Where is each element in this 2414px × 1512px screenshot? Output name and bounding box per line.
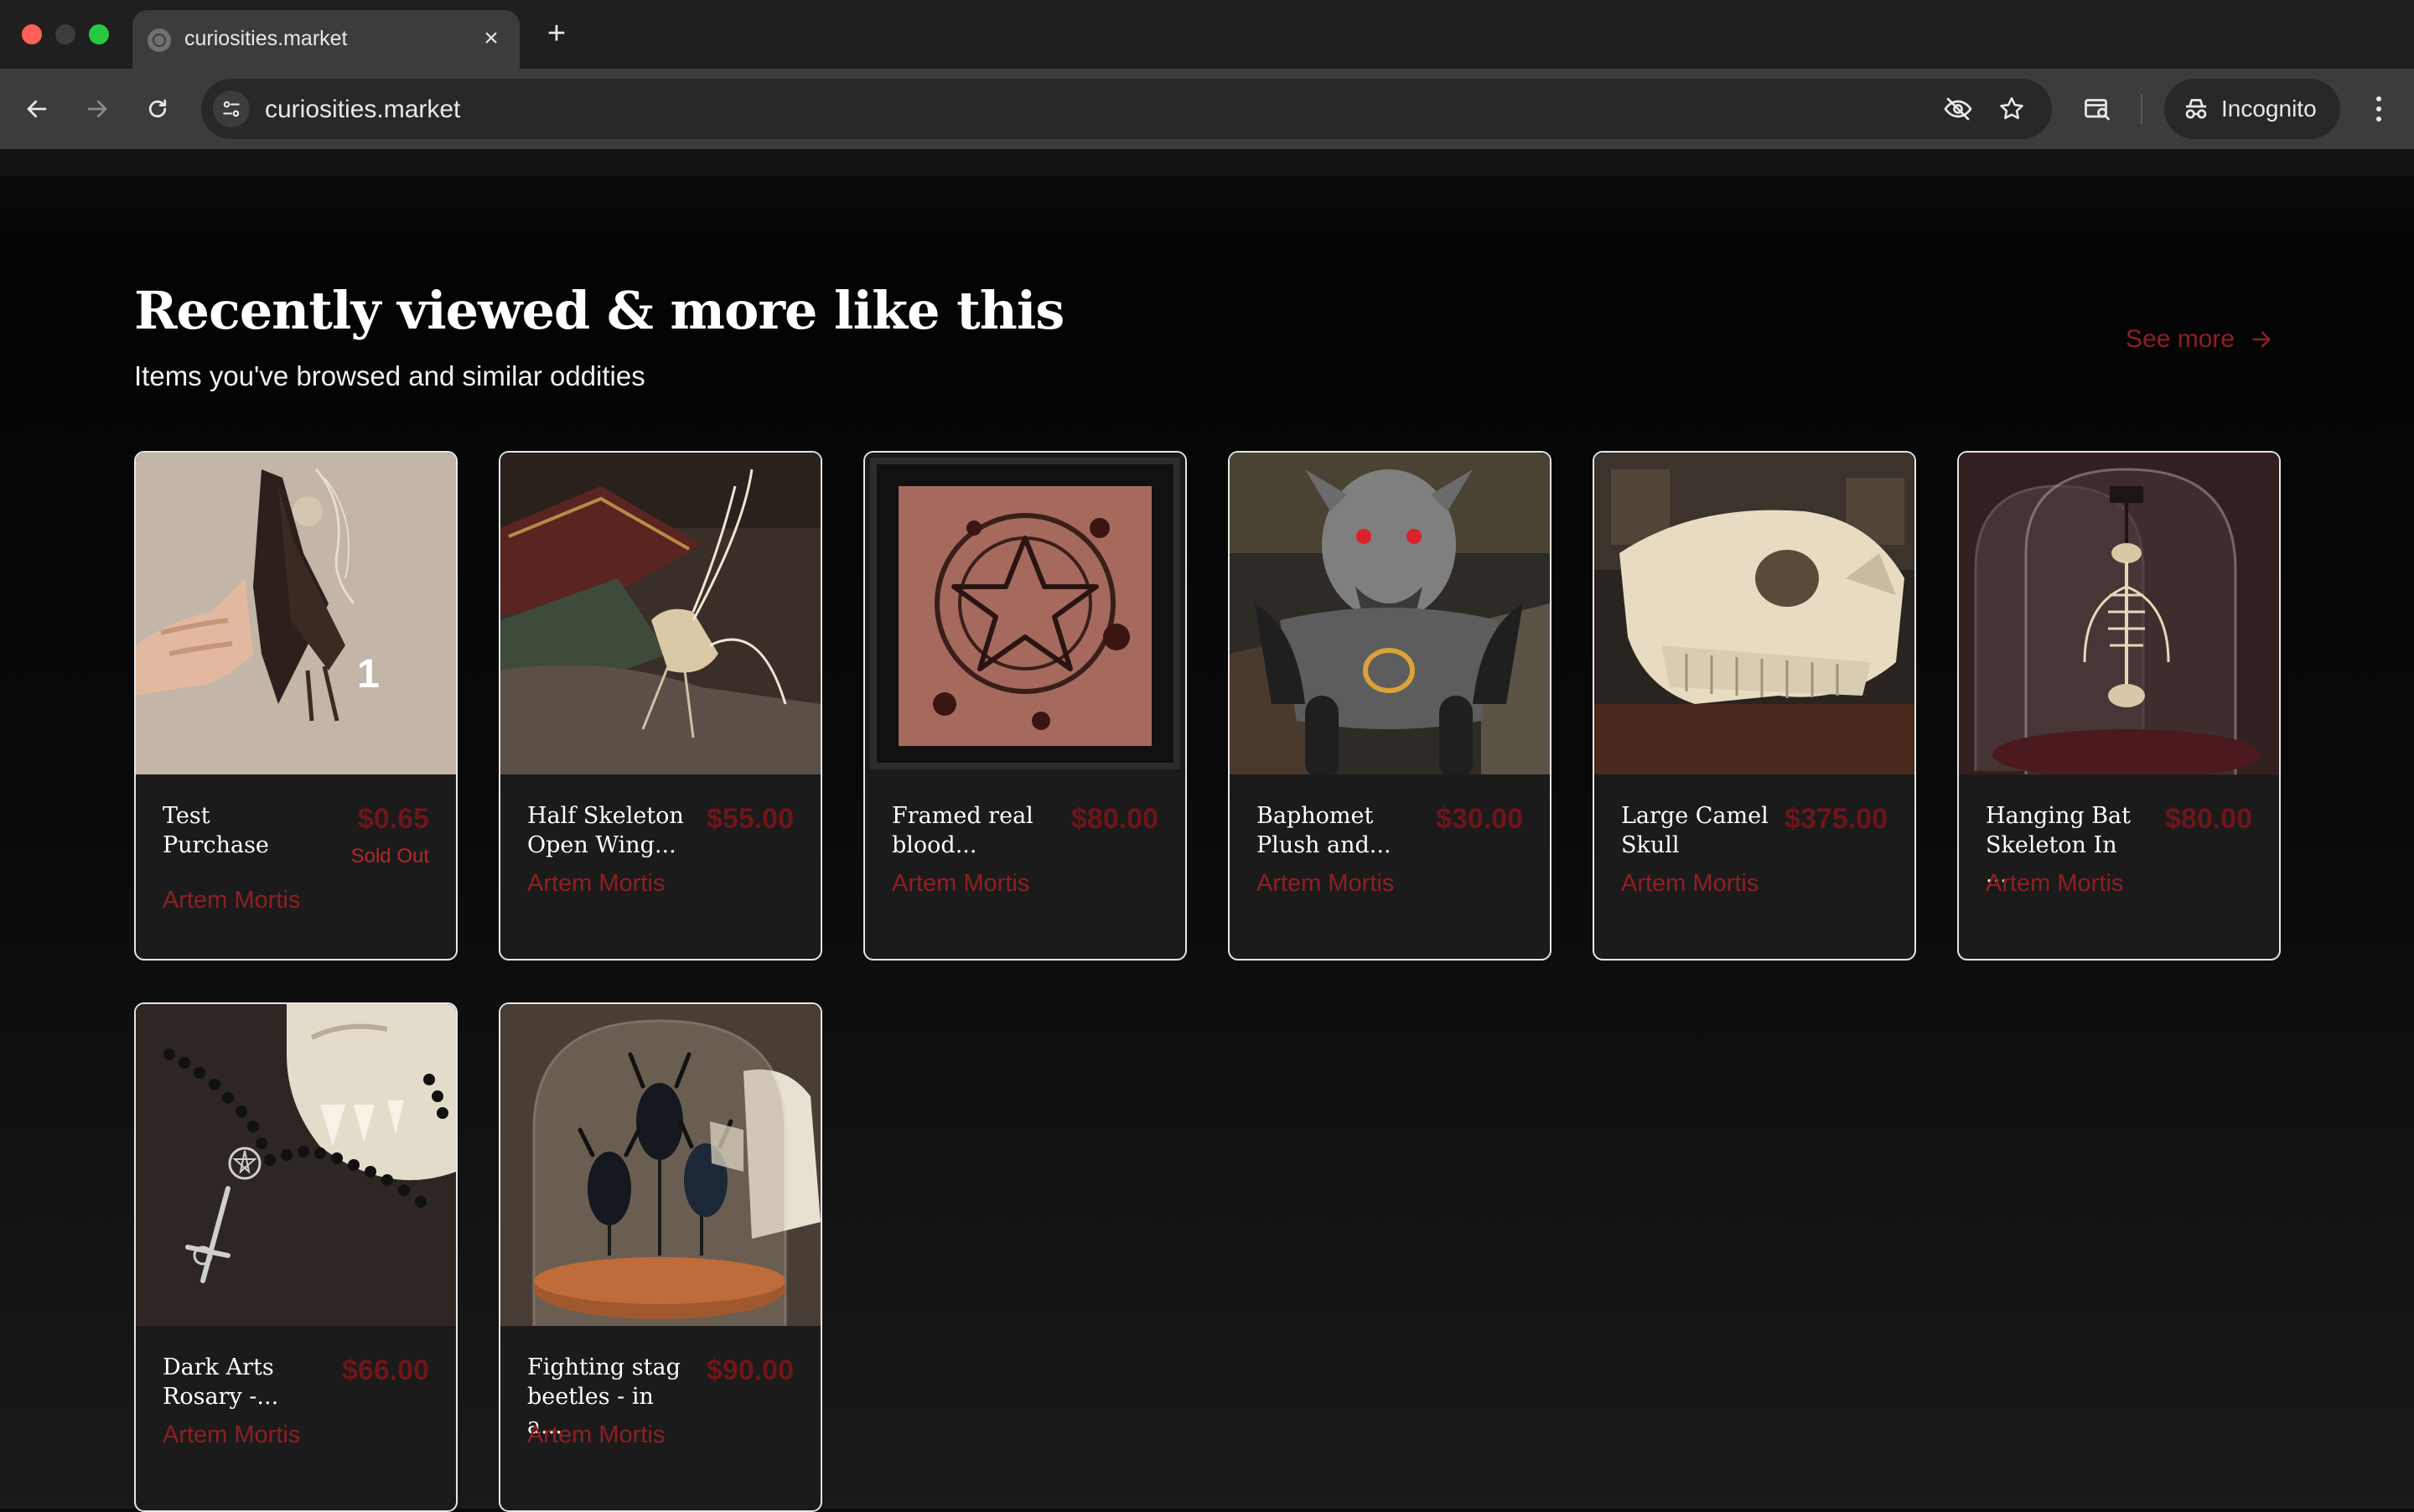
eye-off-icon[interactable] [1943, 94, 1973, 124]
header-strip [0, 149, 2414, 176]
back-button[interactable] [17, 89, 57, 129]
product-name: Baphomet Plush and... [1256, 803, 1391, 858]
product-card[interactable]: Half Skeleton Open Wing... $55.00 Artem … [499, 451, 822, 961]
see-more-link[interactable]: See more [2126, 325, 2273, 354]
product-image [1594, 453, 1914, 774]
reload-icon [148, 99, 167, 118]
close-tab-icon[interactable]: × [478, 25, 505, 52]
browser-toolbar: curiosities.market Incognito [0, 69, 2414, 149]
product-image [1959, 453, 2279, 774]
product-card[interactable]: Fighting stag beetles - in a... $90.00 A… [499, 1002, 822, 1512]
incognito-icon [2185, 99, 2207, 119]
product-image [136, 1004, 456, 1326]
new-tab-button[interactable]: + [540, 17, 573, 50]
product-vendor[interactable]: Artem Mortis [1256, 870, 1394, 898]
product-image [500, 453, 821, 774]
product-name: Test Purchase [163, 803, 269, 858]
product-image [1230, 453, 1550, 774]
browser-menu-icon[interactable] [2362, 89, 2396, 129]
browser-tab[interactable]: curiosities.market × [132, 10, 520, 69]
product-card[interactable]: 1 Test Purchase $0.65 Sold Out Artem Mor… [134, 451, 458, 961]
product-card[interactable]: Framed real blood... $80.00 Artem Mortis [863, 451, 1187, 961]
url-text: curiosities.market [265, 96, 461, 123]
product-price: $80.00 [1071, 803, 1158, 835]
bookmark-star-icon[interactable] [1997, 94, 2027, 124]
maximize-window-button[interactable] [89, 24, 109, 44]
incognito-label: Incognito [2221, 96, 2317, 122]
product-card[interactable]: Baphomet Plush and... $30.00 Artem Morti… [1228, 451, 1551, 961]
sold-out-badge: Sold Out [350, 845, 429, 867]
product-card[interactable]: Large Camel Skull $375.00 Artem Mortis [1593, 451, 1916, 961]
product-vendor[interactable]: Artem Mortis [1986, 870, 2123, 898]
globe-icon [148, 28, 171, 52]
product-card[interactable]: Hanging Bat Skeleton In ... $80.00 Artem… [1957, 451, 2281, 961]
product-price: $375.00 [1785, 803, 1888, 835]
product-price: $66.00 [342, 1354, 429, 1386]
site-settings-icon[interactable] [213, 91, 250, 127]
product-image [865, 453, 1185, 774]
section-title: Recently viewed & more like this [134, 280, 1065, 341]
reload-button[interactable] [137, 89, 178, 129]
product-price: $90.00 [707, 1354, 794, 1386]
section-subtitle: Items you've browsed and similar odditie… [134, 360, 645, 391]
arrow-left-icon [27, 100, 47, 118]
product-name: Half Skeleton Open Wing... [527, 803, 684, 858]
tab-title: curiosities.market [184, 27, 348, 50]
product-vendor[interactable]: Artem Mortis [527, 1421, 665, 1449]
see-more-label: See more [2126, 325, 2235, 353]
badge-number: 1 [357, 652, 380, 696]
close-window-button[interactable] [22, 24, 42, 44]
arrow-right-icon [2252, 331, 2271, 348]
product-vendor[interactable]: Artem Mortis [1621, 870, 1759, 898]
arrow-right-icon [87, 100, 107, 118]
product-vendor[interactable]: Artem Mortis [527, 870, 665, 898]
product-name: Dark Arts Rosary -... [163, 1354, 279, 1410]
page-content: Recently viewed & more like this Items y… [0, 149, 2414, 1512]
product-vendor[interactable]: Artem Mortis [163, 1421, 300, 1449]
product-vendor[interactable]: Artem Mortis [892, 870, 1029, 898]
product-price: $30.00 [1436, 803, 1523, 835]
product-price: $80.00 [2165, 803, 2252, 835]
incognito-profile-button[interactable]: Incognito [2164, 79, 2340, 139]
product-price: $0.65 [357, 803, 429, 835]
product-image: 1 [136, 453, 456, 774]
product-vendor[interactable]: Artem Mortis [163, 887, 300, 914]
minimize-window-button[interactable] [55, 24, 75, 44]
tab-search-icon[interactable] [2077, 89, 2117, 129]
address-bar[interactable]: curiosities.market [201, 79, 2052, 139]
product-name: Large Camel Skull [1621, 803, 1769, 858]
browser-tab-bar: curiosities.market × + [0, 0, 2414, 69]
product-name: Framed real blood... [892, 803, 1033, 858]
product-image [500, 1004, 821, 1326]
product-price: $55.00 [707, 803, 794, 835]
toolbar-divider [2141, 94, 2142, 124]
forward-button[interactable] [77, 89, 117, 129]
product-card[interactable]: Dark Arts Rosary -... $66.00 Artem Morti… [134, 1002, 458, 1512]
